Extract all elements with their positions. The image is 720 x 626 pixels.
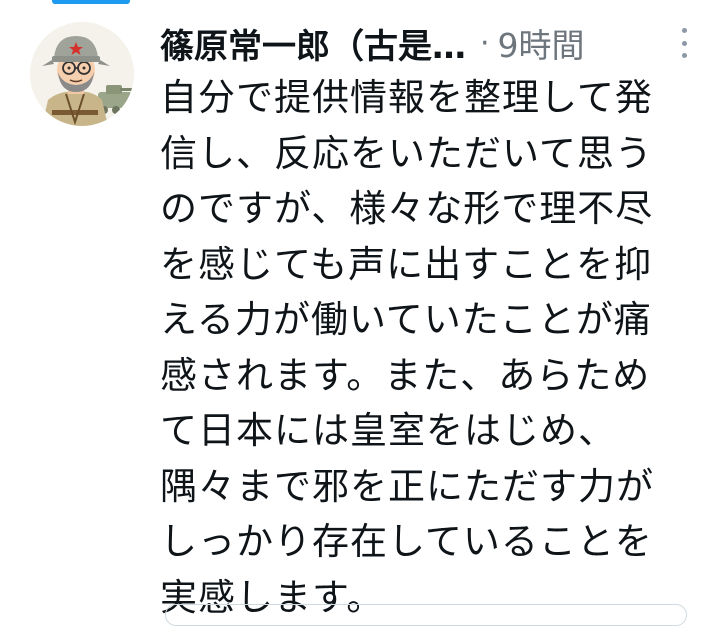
tweet-text: 自分で提供情報を整理して発 信し、反応をいただいて思う のですが、様々な形で理不…: [160, 70, 688, 625]
header-separator: ·: [480, 25, 490, 61]
tweet-text-line: 自分で提供情報を整理して発: [160, 76, 653, 119]
avatar[interactable]: [30, 22, 134, 126]
author-display-name[interactable]: 篠原常一郎（古是…: [160, 19, 466, 68]
tweet-header: 篠原常一郎（古是… · 9時間: [160, 18, 700, 68]
tweet-text-line: て日本には皇室をはじめ、: [160, 409, 616, 452]
more-dot-icon: [681, 40, 687, 46]
tweet-text-line: のですが、様々な形で理不尽: [160, 187, 654, 230]
more-dot-icon: [681, 53, 687, 58]
tweet-text-line: 信し、反応をいただいて思う: [160, 131, 653, 175]
tweet-text-line: 感されます。また、あらため: [160, 353, 651, 397]
tweet-text-line: える力が働いていたことが痛: [160, 298, 652, 341]
tweet-timestamp[interactable]: 9時間: [498, 19, 585, 67]
cartoon-soldier-avatar-icon: [30, 22, 134, 126]
more-dot-icon: [681, 28, 687, 33]
tweet-text-line: を感じても声に出すことを抑: [160, 242, 653, 286]
tweet-text-line: 隅々まで邪を正にただす力が: [160, 464, 654, 508]
tweet-text-line: しっかり存在していることを: [160, 520, 653, 563]
more-options-button[interactable]: [678, 28, 690, 58]
tweet-card[interactable]: 篠原常一郎（古是… · 9時間 自分で提供情報を整理して発 信し、反応をいただい…: [0, 0, 720, 626]
embedded-card-edge[interactable]: [165, 604, 687, 626]
